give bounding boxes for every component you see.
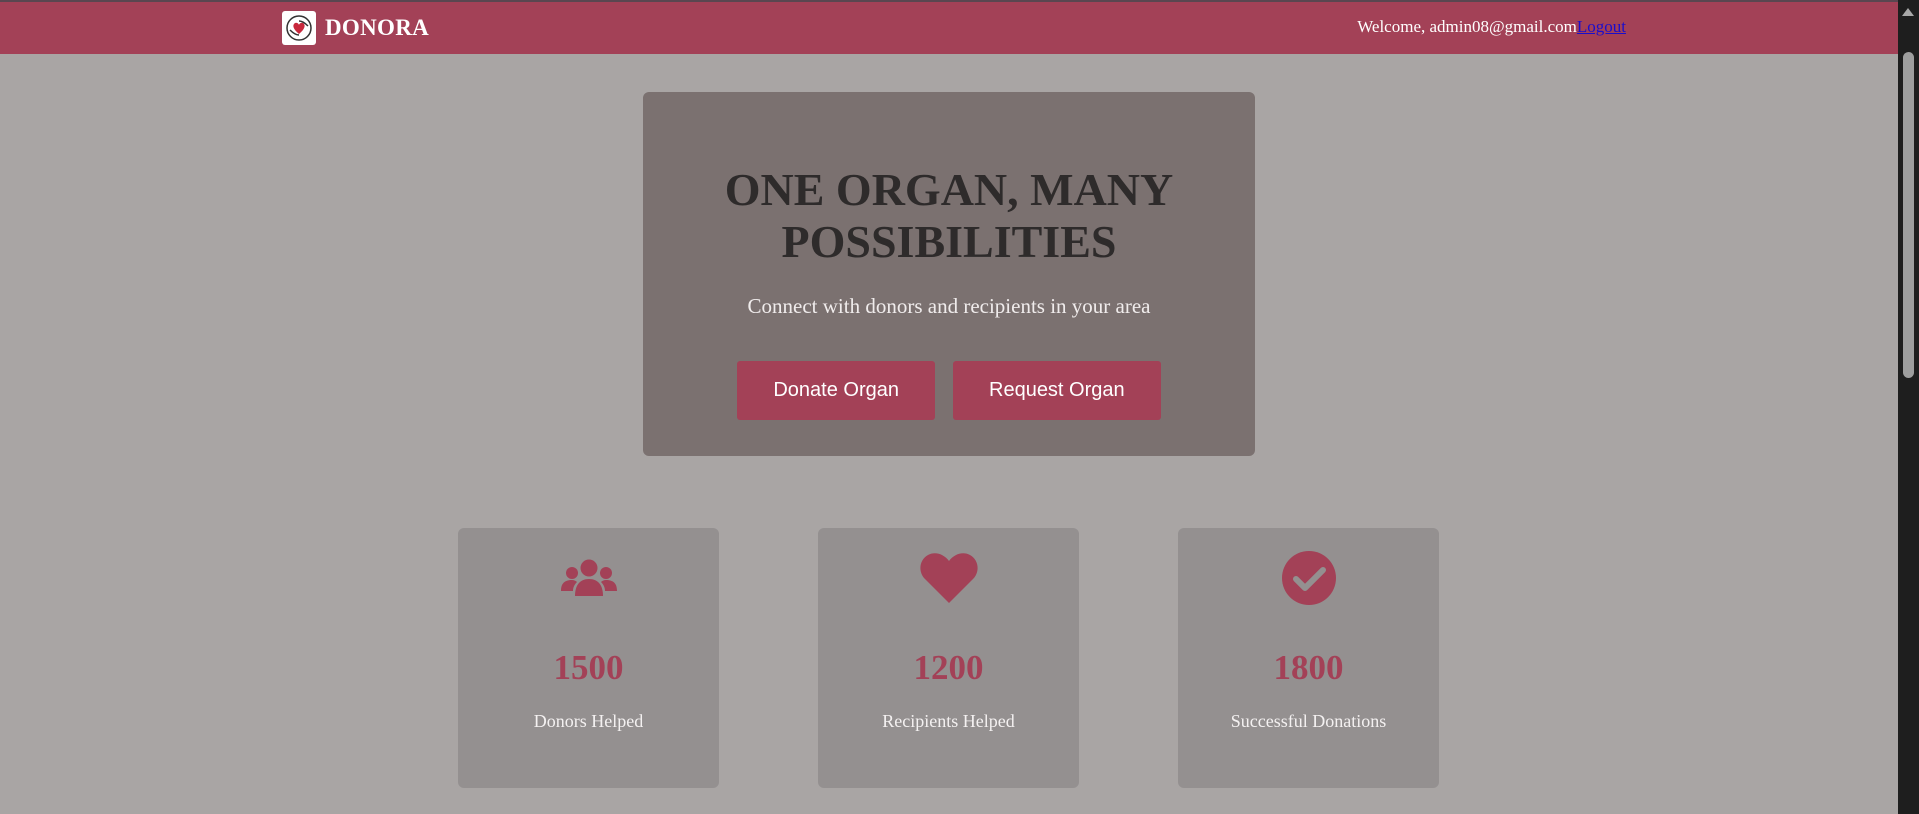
scroll-thumb[interactable] bbox=[1903, 52, 1914, 378]
hero-subtitle: Connect with donors and recipients in yo… bbox=[747, 294, 1151, 318]
user-menu: Welcome, admin08@gmail.comLogout bbox=[1357, 17, 1626, 37]
check-circle-icon bbox=[1178, 550, 1439, 606]
logout-link[interactable]: Logout bbox=[1577, 17, 1626, 36]
hero-title: ONE ORGAN, MANY POSSIBILITIES bbox=[643, 164, 1255, 268]
navbar: DONORA Welcome, admin08@gmail.comLogout bbox=[0, 0, 1898, 54]
scroll-up-arrow-icon[interactable] bbox=[1902, 8, 1914, 16]
logo-icon bbox=[282, 11, 316, 45]
stat-label: Successful Donations bbox=[1230, 711, 1387, 731]
request-organ-button[interactable]: Request Organ bbox=[953, 361, 1161, 420]
stat-card-donors: 1500 Donors Helped bbox=[458, 528, 719, 788]
stat-value: 1200 bbox=[913, 648, 984, 687]
stat-label: Recipients Helped bbox=[882, 711, 1015, 731]
welcome-text: Welcome, admin08@gmail.com bbox=[1357, 17, 1577, 36]
stat-value: 1500 bbox=[553, 648, 624, 687]
scrollbar[interactable] bbox=[1898, 0, 1919, 814]
brand[interactable]: DONORA bbox=[282, 11, 429, 45]
heart-icon bbox=[818, 550, 1079, 606]
stat-value: 1800 bbox=[1273, 648, 1344, 687]
stat-card-donations: 1800 Successful Donations bbox=[1178, 528, 1439, 788]
hero-title-line-1: ONE ORGAN, MANY bbox=[724, 164, 1174, 215]
stat-card-recipients: 1200 Recipients Helped bbox=[818, 528, 1079, 788]
hero-title-line-2: POSSIBILITIES bbox=[781, 216, 1117, 267]
page: DONORA Welcome, admin08@gmail.comLogout … bbox=[0, 0, 1919, 814]
stat-label: Donors Helped bbox=[533, 711, 644, 731]
users-icon bbox=[458, 550, 719, 606]
hero-actions: Donate Organ Request Organ bbox=[643, 361, 1255, 420]
brand-name: DONORA bbox=[325, 15, 430, 40]
donate-organ-button[interactable]: Donate Organ bbox=[737, 361, 935, 420]
hero-section: ONE ORGAN, MANY POSSIBILITIES Connect wi… bbox=[643, 92, 1255, 456]
